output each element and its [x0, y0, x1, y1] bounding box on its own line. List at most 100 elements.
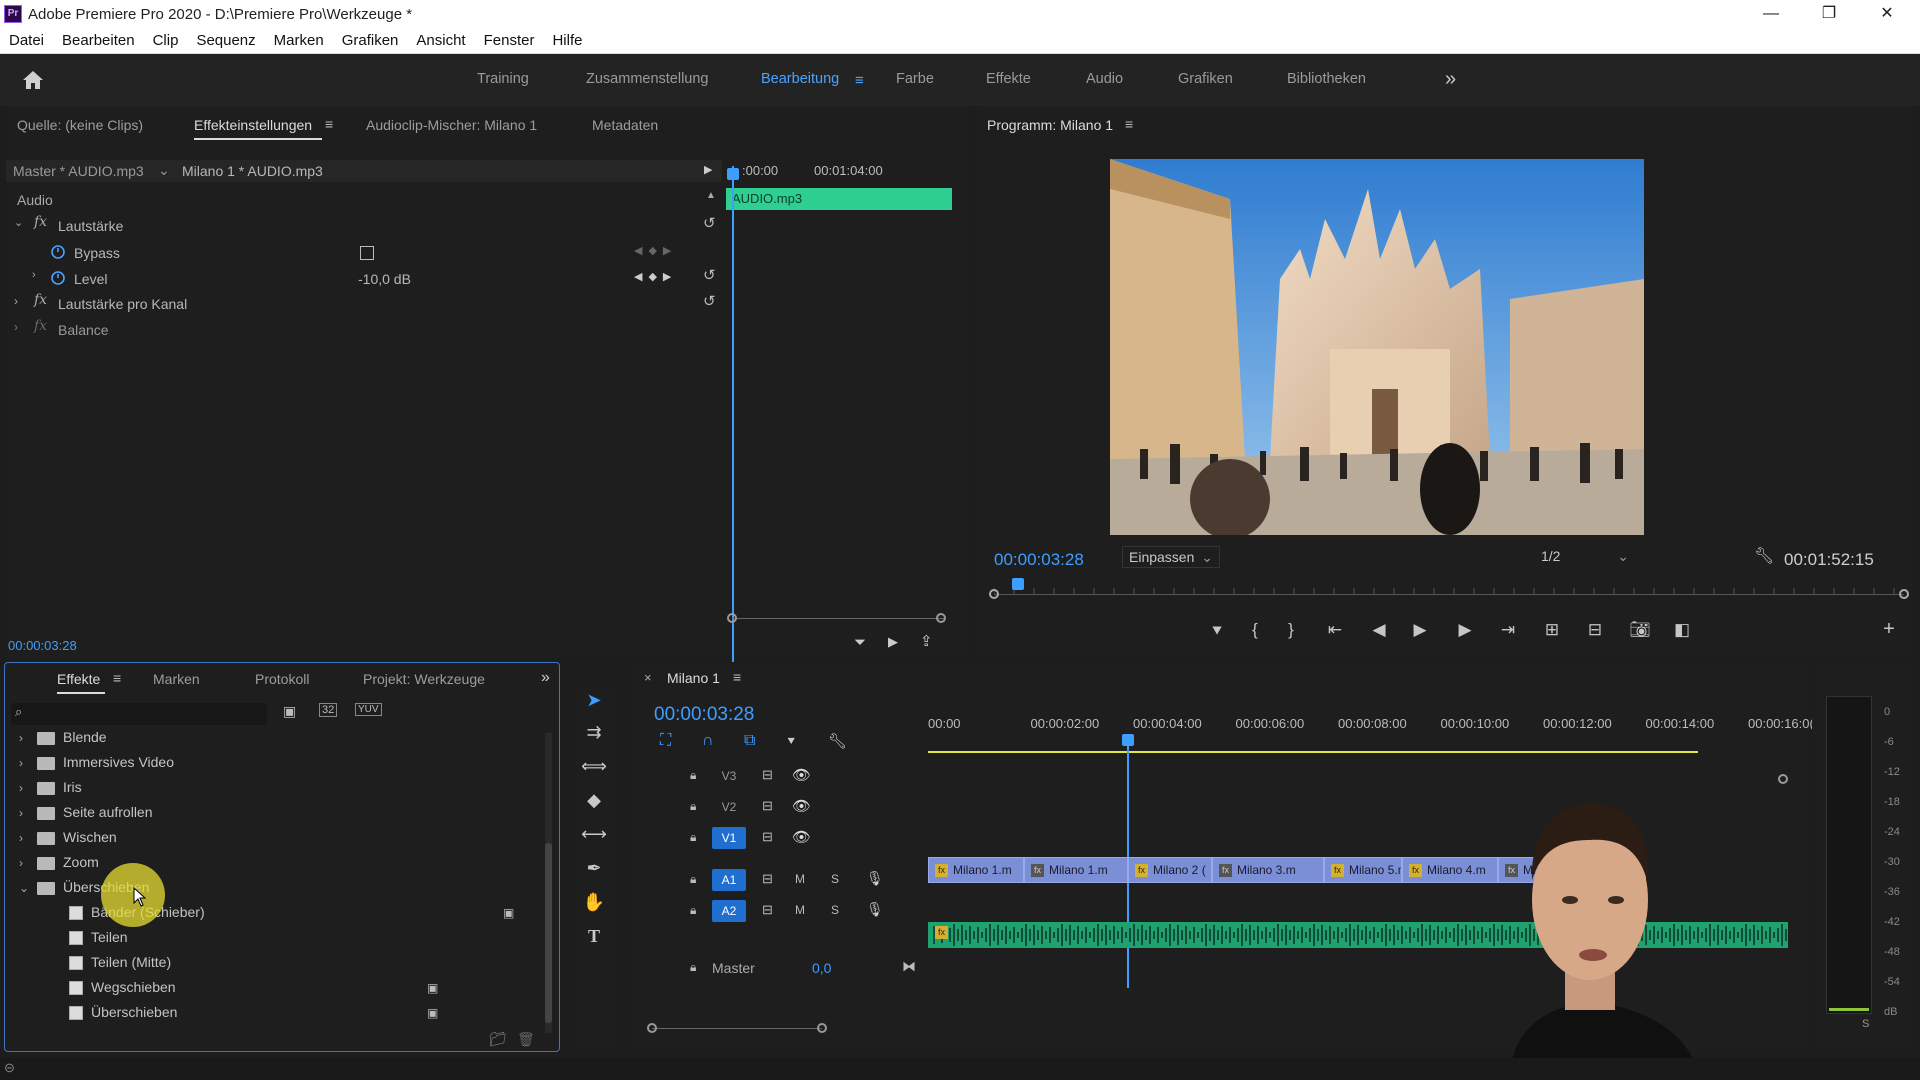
step-back-icon[interactable]: ◀: [1364, 620, 1394, 640]
menu-grafiken[interactable]: Grafiken: [333, 28, 408, 54]
sync-lock-icon[interactable]: ⊟: [762, 767, 773, 783]
panel-menu-icon[interactable]: ≡: [325, 116, 333, 132]
sync-lock-icon[interactable]: ⊟: [762, 871, 773, 887]
workspace-zusammenstellung[interactable]: Zusammenstellung: [586, 71, 709, 87]
chevron-right-icon[interactable]: ›: [32, 269, 36, 281]
menu-sequenz[interactable]: Sequenz: [187, 28, 264, 54]
track-target-toggle[interactable]: A2: [712, 900, 746, 922]
workspace-farbe[interactable]: Farbe: [896, 71, 934, 87]
mark-in-icon[interactable]: {: [1240, 620, 1270, 640]
selection-tool-icon[interactable]: ➤: [580, 686, 608, 714]
stopwatch-icon[interactable]: [50, 269, 66, 285]
razor-tool-icon[interactable]: ◆: [580, 786, 608, 814]
tab-effects[interactable]: Effekte: [57, 671, 100, 687]
effect-playhead[interactable]: [732, 166, 734, 722]
program-scrubber[interactable]: [989, 578, 1909, 606]
effects-folder[interactable]: › Immersives Video: [19, 754, 174, 778]
lock-icon[interactable]: 🔒︎: [690, 799, 696, 814]
chevron-right-icon[interactable]: ›: [14, 320, 18, 334]
yuv-effects-icon[interactable]: YUV: [355, 703, 382, 716]
resolution-dropdown[interactable]: 1/2 ⌄: [1535, 546, 1635, 568]
lock-icon[interactable]: 🔒︎: [690, 960, 696, 975]
chevron-right-icon[interactable]: ›: [19, 731, 37, 745]
zoom-handle-right[interactable]: [936, 613, 946, 623]
level-value[interactable]: -10,0 dB: [358, 271, 411, 287]
minimize-button[interactable]: —: [1743, 0, 1799, 28]
program-timecode[interactable]: 00:00:03:28: [994, 550, 1084, 570]
effect-preset-item[interactable]: Wegschieben: [69, 979, 469, 1003]
export-icon[interactable]: ⇪: [920, 632, 933, 650]
chevron-right-icon[interactable]: ›: [19, 756, 37, 770]
more-tabs-icon[interactable]: »: [541, 669, 550, 687]
effects-folder[interactable]: › Blende: [19, 729, 107, 753]
workspace-audio[interactable]: Audio: [1086, 71, 1123, 87]
workspace-menu-icon[interactable]: ≡: [855, 72, 864, 89]
hand-tool-icon[interactable]: ✋: [580, 888, 608, 916]
timeline-settings-icon[interactable]: 🔧︎: [828, 732, 847, 750]
zoom-handle-left[interactable]: [727, 613, 737, 623]
master-value[interactable]: 0,0: [812, 960, 831, 976]
sync-lock-icon[interactable]: ⊟: [762, 902, 773, 918]
tab-source[interactable]: Quelle: (keine Clips): [17, 117, 143, 133]
track-select-tool-icon[interactable]: ⇉: [580, 718, 608, 746]
close-tab-icon[interactable]: ×: [644, 670, 652, 685]
effects-search-input[interactable]: ⌕: [11, 703, 267, 725]
ripple-edit-tool-icon[interactable]: ⟺: [580, 752, 608, 780]
video-clip[interactable]: fx Milano 1.m: [928, 857, 1024, 883]
timeline-ruler[interactable]: 00:00 00:00:02:00 00:00:04:00 00:00:06:00 00…: [928, 716, 1814, 756]
effect-preset-item[interactable]: Überschieben: [69, 1004, 469, 1028]
bypass-checkbox[interactable]: [360, 246, 374, 260]
effects-scrollbar[interactable]: [545, 733, 552, 1033]
add-marker-icon[interactable]: ⯆: [786, 734, 796, 750]
effect-preset-item[interactable]: Teilen (Mitte): [69, 954, 469, 978]
microphone-icon[interactable]: 🎙︎: [866, 870, 884, 887]
play-only-audio-icon[interactable]: ▶: [704, 163, 712, 176]
collapse-icon[interactable]: ▲: [706, 190, 716, 201]
workspace-bibliotheken[interactable]: Bibliotheken: [1287, 71, 1366, 87]
effect-lautstaerke[interactable]: Lautstärke: [58, 218, 123, 234]
timeline-timecode[interactable]: 00:00:03:28: [654, 704, 754, 726]
effects-folder[interactable]: › Iris: [19, 779, 82, 803]
chevron-right-icon[interactable]: ›: [19, 781, 37, 795]
play-icon[interactable]: ▶: [1405, 620, 1435, 640]
eye-icon[interactable]: 👁︎: [792, 828, 811, 846]
tab-metadata[interactable]: Metadaten: [592, 117, 658, 133]
keyframe-nav-icon[interactable]: ◀◆▶: [634, 270, 677, 283]
reset-icon[interactable]: ↺: [703, 292, 716, 310]
tab-project[interactable]: Projekt: Werkzeuge: [363, 671, 485, 687]
lock-icon[interactable]: 🔒︎: [690, 830, 696, 845]
program-playhead[interactable]: [1011, 578, 1024, 590]
track-target-toggle[interactable]: V3: [712, 765, 746, 787]
track-target-toggle[interactable]: A1: [712, 869, 746, 891]
master-clip-label[interactable]: Master * AUDIO.mp3: [13, 163, 144, 179]
video-clip[interactable]: fx Milano 5.m: [1324, 857, 1402, 883]
video-clip[interactable]: fx Milano 3.m: [1212, 857, 1324, 883]
lock-icon[interactable]: 🔒︎: [690, 903, 696, 918]
chevron-right-icon[interactable]: ›: [19, 831, 37, 845]
menu-marken[interactable]: Marken: [265, 28, 333, 54]
linked-selection-icon[interactable]: ⧉: [744, 732, 755, 750]
timeline-tab[interactable]: Milano 1: [667, 670, 720, 686]
fx-icon[interactable]: fx: [34, 214, 47, 230]
effect-timecode[interactable]: 00:00:03:28: [8, 638, 77, 653]
timeline-zoom-right[interactable]: [817, 1023, 827, 1033]
sequence-clip-label[interactable]: Milano 1 * AUDIO.mp3: [182, 163, 323, 179]
mute-button[interactable]: M: [795, 872, 805, 886]
chevron-right-icon[interactable]: ›: [14, 294, 18, 308]
comparison-view-icon[interactable]: ◧: [1667, 620, 1697, 640]
wrench-icon[interactable]: 🔧︎: [1754, 546, 1774, 566]
fx-icon[interactable]: fx: [34, 318, 47, 334]
add-marker-icon[interactable]: ⯆: [1202, 622, 1232, 642]
eye-icon[interactable]: 👁︎: [792, 797, 811, 815]
work-area-bar[interactable]: [928, 751, 1698, 753]
slip-tool-icon[interactable]: ⟷: [580, 820, 608, 848]
timeline-zoom-left[interactable]: [647, 1023, 657, 1033]
menu-fenster[interactable]: Fenster: [475, 28, 544, 54]
effect-balance[interactable]: Balance: [58, 322, 109, 338]
workspace-bearbeitung[interactable]: Bearbeitung: [761, 71, 839, 87]
solo-button[interactable]: S: [831, 903, 839, 917]
menu-datei[interactable]: Datei: [0, 28, 53, 54]
vertical-zoom-handle[interactable]: [1778, 774, 1788, 784]
reset-icon[interactable]: ↺: [703, 214, 716, 232]
timeline-zoom-track[interactable]: [652, 1028, 822, 1029]
